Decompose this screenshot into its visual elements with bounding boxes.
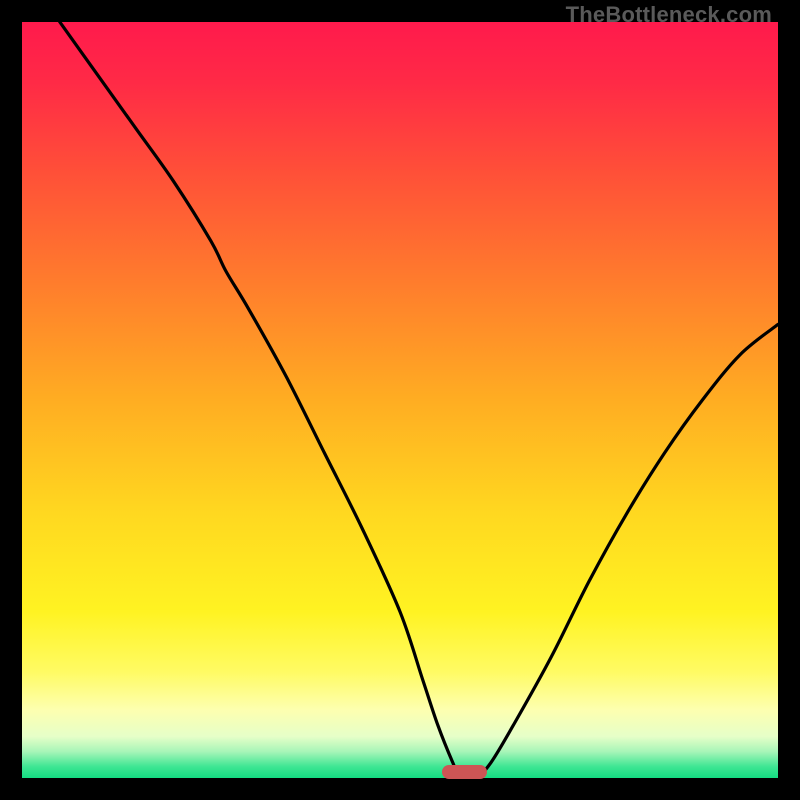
- chart-frame: TheBottleneck.com: [0, 0, 800, 800]
- bottleneck-curve: [22, 22, 778, 778]
- optimal-range-marker: [442, 765, 487, 779]
- watermark-text: TheBottleneck.com: [566, 2, 772, 28]
- plot-area: [22, 22, 778, 778]
